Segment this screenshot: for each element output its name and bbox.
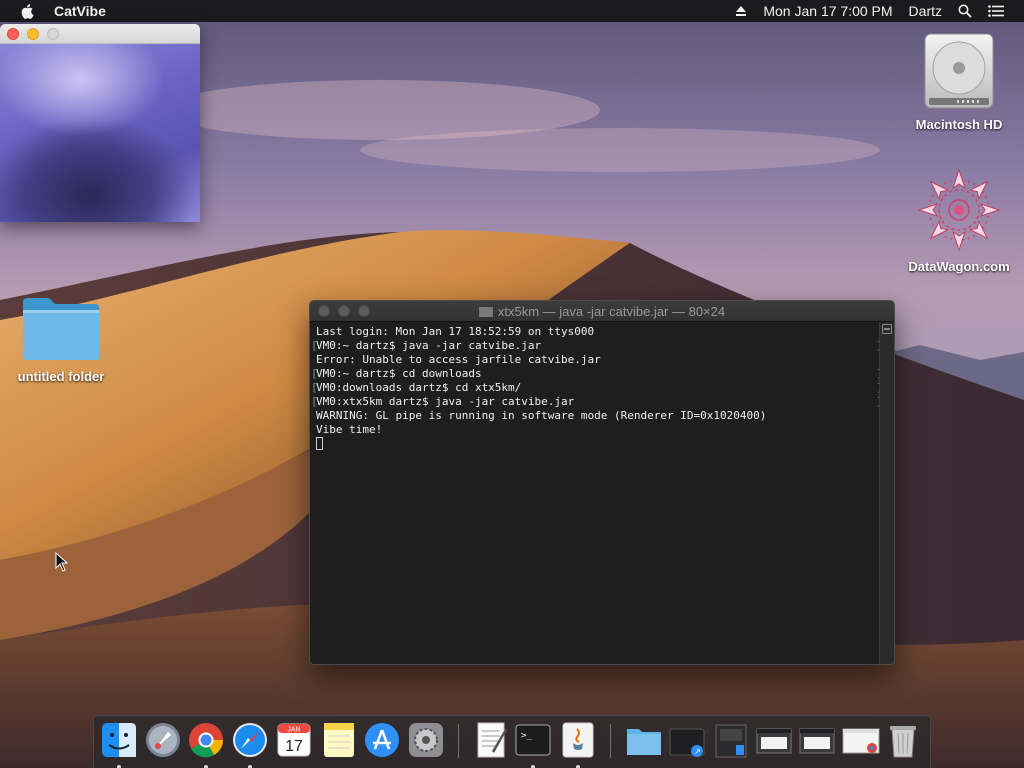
spotlight-search-icon[interactable] — [958, 4, 972, 18]
split-pane-icon[interactable] — [882, 324, 892, 334]
dock-item-calendar[interactable]: JAN 17 — [275, 721, 313, 761]
terminal-window[interactable]: xtx5km — java -jar catvibe.jar — 80×24 L… — [309, 300, 895, 665]
documents-folder-icon: ↗ — [669, 728, 705, 757]
catvibe-window[interactable] — [0, 24, 200, 222]
dock-separator — [610, 724, 611, 758]
svg-text:>_: >_ — [521, 731, 532, 741]
window-thumbnail-icon — [756, 728, 792, 754]
desktop-icon-label: DataWagon.com — [908, 259, 1010, 274]
dock: JAN 17 >_ ↗ — [93, 715, 931, 768]
java-icon — [562, 722, 594, 758]
menu-bar-user[interactable]: Dartz — [909, 3, 942, 19]
close-button[interactable] — [7, 27, 19, 40]
terminal-line: VM0:~ dartz$ java -jar catvibe.jar — [311, 339, 883, 353]
terminal-prompt-line[interactable] — [316, 437, 874, 451]
menu-bar-status-area: Mon Jan 17 7:00 PM Dartz — [735, 0, 1024, 22]
desktop-icon-datawagon[interactable]: DataWagon.com — [905, 168, 1013, 274]
dock-item-notes[interactable] — [320, 721, 358, 761]
terminal-title: xtx5km — java -jar catvibe.jar — 80×24 — [310, 301, 894, 322]
calendar-icon: JAN 17 — [277, 723, 311, 757]
downloads-stack-icon — [715, 724, 747, 758]
mandala-icon — [917, 168, 1001, 252]
dock-item-terminal[interactable]: >_ — [514, 721, 552, 768]
trash-icon — [890, 726, 916, 758]
launchpad-icon — [146, 723, 180, 757]
terminal-line: VM0:xtx5km dartz$ java -jar catvibe.jar — [311, 395, 883, 409]
dock-item-chrome[interactable] — [187, 721, 225, 768]
catvibe-render-canvas[interactable] — [0, 44, 200, 222]
minimize-button[interactable] — [27, 27, 39, 40]
desktop-icon-macintosh-hd[interactable]: Macintosh HD — [905, 32, 1013, 132]
textedit-icon — [477, 722, 507, 758]
desktop-icon-label: untitled folder — [17, 369, 105, 384]
catvibe-titlebar[interactable] — [0, 24, 200, 44]
dock-item-safari[interactable] — [231, 721, 269, 768]
dock-item-launchpad[interactable] — [144, 721, 182, 761]
menu-bar-clock[interactable]: Mon Jan 17 7:00 PM — [763, 3, 892, 19]
applications-folder-icon — [627, 729, 661, 755]
finder-icon — [102, 723, 136, 757]
hard-drive-icon — [924, 33, 994, 109]
dock-item-documents[interactable]: ↗ — [668, 721, 706, 761]
dock-item-applications[interactable] — [625, 721, 663, 761]
system-preferences-icon — [409, 723, 443, 757]
terminal-scrollbar[interactable] — [879, 322, 894, 664]
mouse-pointer-icon — [55, 552, 69, 572]
text-cursor — [316, 437, 323, 450]
eject-icon[interactable] — [735, 5, 747, 17]
calendar-month: JAN — [287, 727, 300, 734]
window-thumbnail-icon — [799, 728, 835, 754]
terminal-line: Vibe time! — [316, 423, 383, 436]
desktop-icon-untitled-folder[interactable]: untitled folder — [6, 294, 116, 384]
terminal-output[interactable]: Last login: Mon Jan 17 18:52:59 on ttys0… — [310, 322, 883, 664]
folder-icon — [23, 298, 99, 360]
dock-item-system-preferences[interactable] — [407, 721, 445, 761]
calendar-day: 17 — [285, 738, 303, 755]
dock-item-trash[interactable] — [884, 721, 922, 761]
window-thumbnail-icon — [842, 728, 880, 754]
zoom-button[interactable] — [47, 27, 59, 40]
chrome-icon — [189, 723, 223, 758]
notification-center-icon[interactable] — [988, 5, 1004, 17]
dock-item-downloads-stack[interactable] — [712, 721, 750, 761]
terminal-line: VM0:downloads dartz$ cd xtx5km/ — [311, 381, 883, 395]
dock-item-finder[interactable] — [100, 721, 138, 768]
dock-item-window-thumbnail-1[interactable] — [755, 721, 793, 761]
active-app-name[interactable]: CatVibe — [54, 3, 106, 19]
dock-item-window-thumbnail-3[interactable] — [842, 721, 880, 761]
svg-text:↗: ↗ — [694, 747, 701, 756]
dock-item-textedit[interactable] — [472, 721, 510, 761]
folder-proxy-icon — [478, 307, 493, 317]
dock-item-java[interactable] — [559, 721, 597, 768]
dock-item-app-store[interactable] — [363, 721, 401, 761]
notes-icon — [324, 723, 354, 757]
terminal-line: WARNING: GL pipe is running in software … — [316, 409, 767, 422]
dock-item-window-thumbnail-2[interactable] — [798, 721, 836, 761]
terminal-line: Error: Unable to access jarfile catvibe.… — [316, 353, 601, 366]
dock-separator — [458, 724, 459, 758]
terminal-icon: >_ — [515, 724, 551, 756]
app-store-icon — [365, 723, 399, 757]
apple-icon[interactable] — [20, 3, 36, 19]
menu-bar: CatVibe Mon Jan 17 7:00 PM Dartz — [0, 0, 1024, 22]
safari-icon — [233, 723, 267, 757]
terminal-line: Last login: Mon Jan 17 18:52:59 on ttys0… — [316, 325, 595, 338]
desktop-icon-label: Macintosh HD — [915, 117, 1003, 132]
terminal-line: VM0:~ dartz$ cd downloads — [311, 367, 883, 381]
terminal-titlebar[interactable]: xtx5km — java -jar catvibe.jar — 80×24 — [310, 301, 894, 322]
